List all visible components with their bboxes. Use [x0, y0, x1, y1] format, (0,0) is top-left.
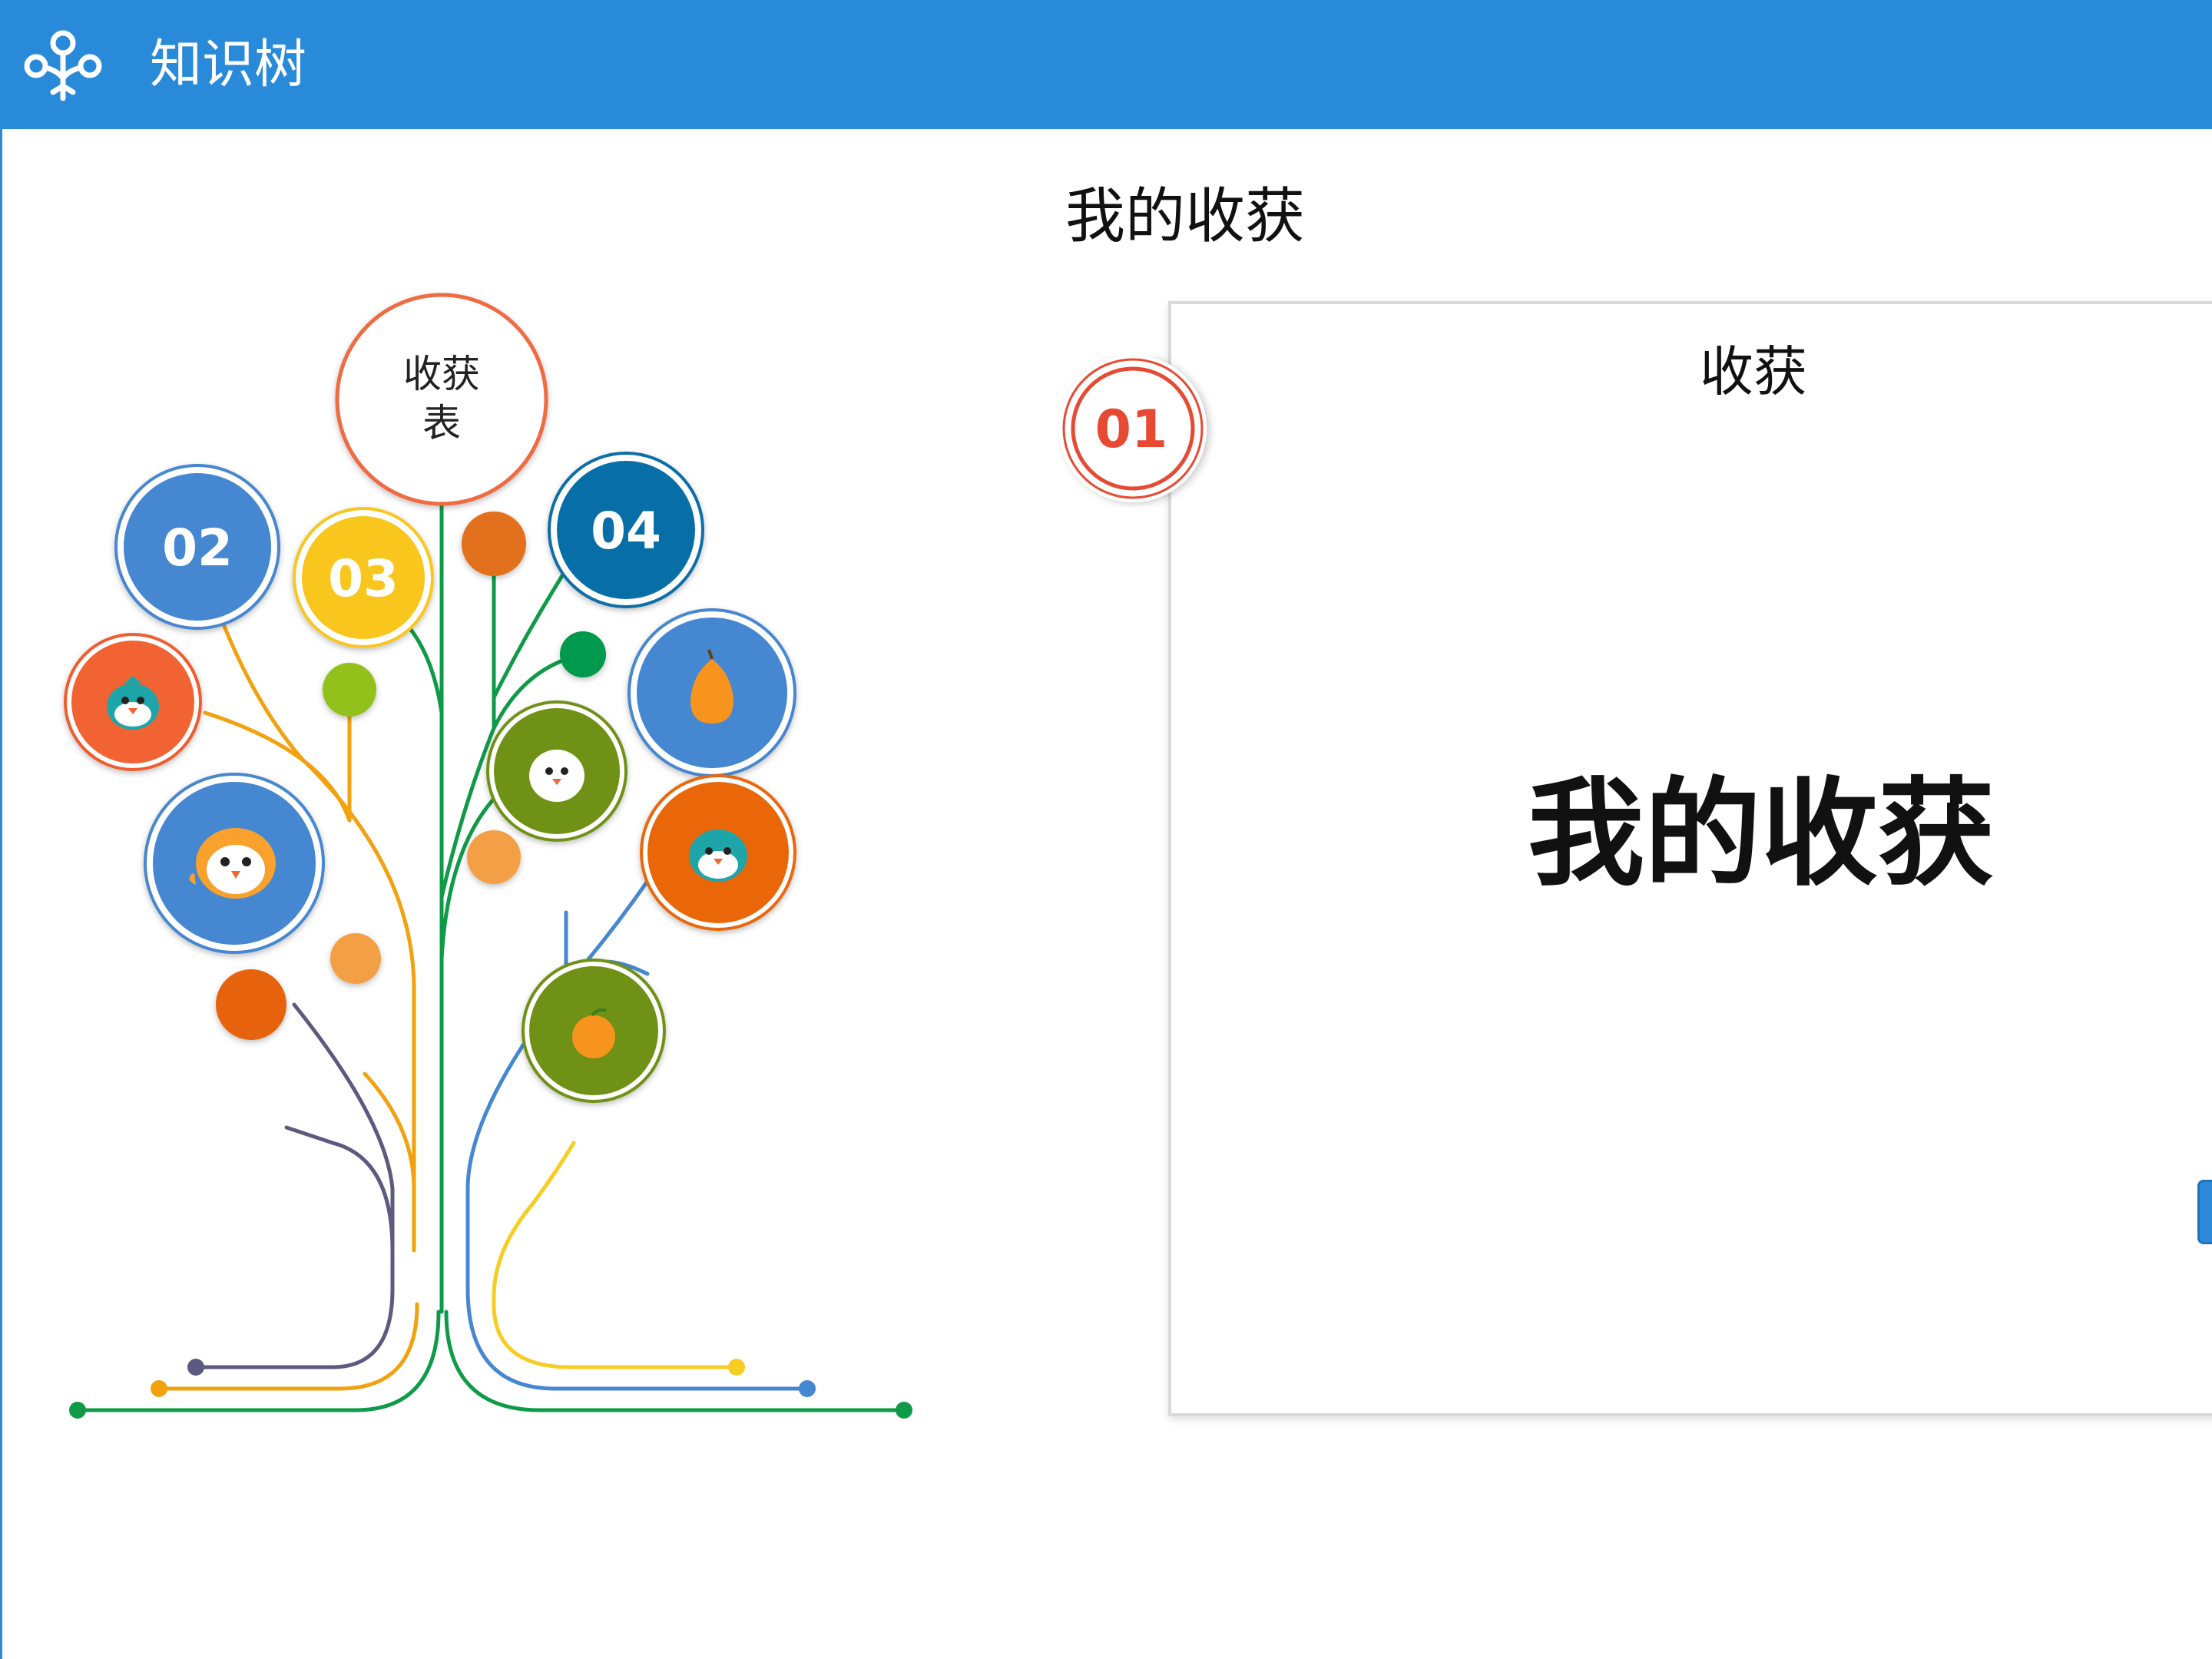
knowledge-tree: 收获 表 02 03 04	[64, 293, 912, 1419]
tree-roots	[75, 1187, 906, 1412]
node-03-label: 03	[328, 549, 399, 608]
title-bar: 知识树	[2, 0, 2212, 129]
node-02[interactable]: 02	[114, 464, 280, 630]
orange-icon[interactable]	[522, 959, 666, 1103]
card-badge-number: 01	[1094, 399, 1168, 460]
bird-icon[interactable]	[640, 774, 796, 931]
window-title: 知识树	[150, 35, 307, 95]
page-title: 我的收获	[1065, 182, 1306, 251]
bird-icon[interactable]	[486, 700, 628, 842]
node-04[interactable]: 04	[548, 452, 704, 608]
root-node[interactable]: 收获 表	[335, 293, 548, 506]
side-tab-button[interactable]	[2197, 1180, 2212, 1244]
owl-icon[interactable]	[144, 773, 325, 954]
tree-icon	[24, 30, 102, 101]
node-03[interactable]: 03	[293, 507, 434, 648]
node-02-label: 02	[162, 518, 233, 578]
root-node-label-1: 收获	[403, 352, 480, 396]
app-window: 知识树 收获 表 02 03 04 我的收获 01 收获 我的收获	[0, 0, 2212, 1659]
card-title: 收获	[1700, 340, 1807, 403]
bird-icon[interactable]	[64, 633, 202, 771]
pear-icon[interactable]	[628, 608, 796, 777]
root-node-label-2: 表	[422, 401, 461, 445]
node-04-label: 04	[591, 502, 661, 561]
card-content: 我的收获	[1528, 764, 1995, 902]
